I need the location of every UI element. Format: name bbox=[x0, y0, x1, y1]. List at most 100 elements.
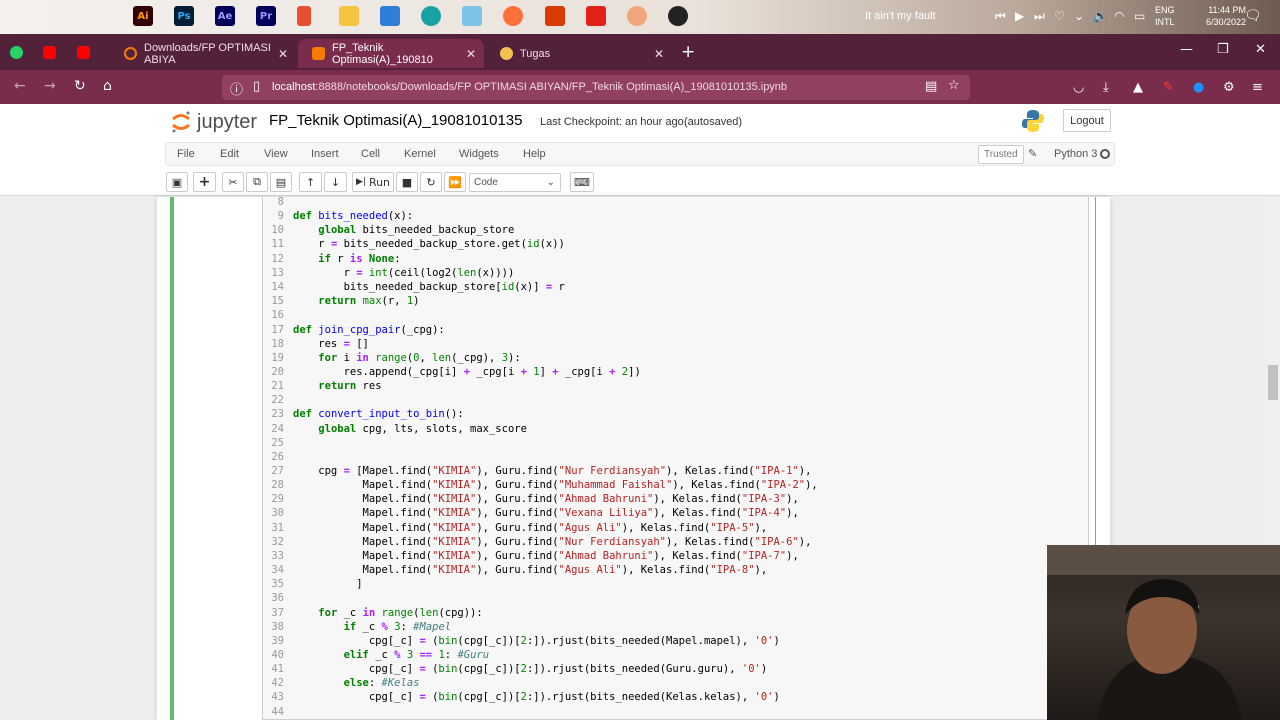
after-effects-label: Ae bbox=[217, 10, 233, 22]
jupyter-logo[interactable]: jupyter bbox=[170, 110, 257, 134]
heart-icon[interactable]: ♡ bbox=[1054, 9, 1065, 23]
browser-tab-notebook[interactable]: FP_Teknik Optimasi(A)_190810 ✕ bbox=[298, 39, 484, 68]
line-number: 27 bbox=[271, 465, 284, 477]
line-number: 31 bbox=[271, 522, 284, 534]
wifi-icon[interactable]: ◠ bbox=[1114, 9, 1124, 23]
previous-track-icon[interactable]: ⏮ bbox=[995, 9, 1006, 24]
system-clock[interactable]: 11:44 PM 6/30/2022 bbox=[1206, 4, 1246, 28]
fast-forward-icon: ⏩ bbox=[448, 175, 462, 189]
input-language[interactable]: ENG INTL bbox=[1155, 4, 1175, 28]
menu-cell[interactable]: Cell bbox=[361, 148, 380, 160]
kernel-name[interactable]: Python 3 bbox=[1054, 148, 1097, 160]
firefox-icon[interactable] bbox=[503, 6, 523, 26]
chevron-down-icon[interactable]: ⌄ bbox=[1074, 9, 1084, 23]
interrupt-button[interactable]: ■ bbox=[396, 172, 418, 192]
close-icon[interactable]: ✕ bbox=[654, 47, 664, 61]
bookmark-star-icon[interactable]: ☆ bbox=[948, 78, 960, 93]
after-effects-icon[interactable]: Ae bbox=[215, 6, 235, 26]
close-icon[interactable]: ✕ bbox=[278, 47, 288, 61]
office-store-icon[interactable] bbox=[297, 6, 311, 26]
menu-kernel[interactable]: Kernel bbox=[404, 148, 436, 160]
edge-icon[interactable] bbox=[421, 6, 441, 26]
clock-app-icon[interactable] bbox=[627, 6, 647, 26]
acrobat-icon[interactable] bbox=[586, 6, 606, 26]
extension-icon[interactable]: ▲ bbox=[1133, 80, 1143, 95]
run-button[interactable]: ▶| Run bbox=[352, 172, 394, 192]
restart-button[interactable]: ↻ bbox=[420, 172, 442, 192]
illustrator-icon[interactable]: Ai bbox=[133, 6, 153, 26]
line-number: 28 bbox=[271, 479, 284, 491]
whatsapp-icon[interactable] bbox=[10, 46, 23, 59]
restore-icon[interactable]: ❐ bbox=[1217, 42, 1229, 57]
save-button[interactable]: ▣ bbox=[166, 172, 188, 192]
copy-button[interactable]: ⧉ bbox=[246, 172, 268, 192]
menu-icon[interactable]: ≡ bbox=[1252, 80, 1263, 95]
move-down-button[interactable]: ↓ bbox=[324, 172, 347, 192]
youtube-icon[interactable] bbox=[43, 46, 56, 59]
code-line: ] bbox=[293, 578, 363, 590]
info-icon[interactable]: ⓘ bbox=[230, 79, 243, 98]
browser-tab-strip: Downloads/FP OPTIMASI ABIYA ✕ FP_Teknik … bbox=[0, 34, 1280, 70]
page-icon[interactable]: ▯ bbox=[253, 79, 260, 94]
forward-icon[interactable]: → bbox=[44, 78, 56, 94]
reader-mode-icon[interactable]: ▤ bbox=[925, 79, 937, 94]
cell-type-select[interactable]: Code ⌄ bbox=[469, 173, 561, 192]
reload-icon[interactable]: ↻ bbox=[74, 78, 86, 94]
back-icon[interactable]: ← bbox=[14, 78, 26, 94]
paste-button[interactable]: ▤ bbox=[270, 172, 292, 192]
code-line: def join_cpg_pair(_cpg): bbox=[293, 324, 445, 336]
minimize-icon[interactable]: — bbox=[1180, 42, 1193, 57]
home-icon[interactable]: ⌂ bbox=[103, 78, 112, 94]
code-line: if _c % 3: #Mapel bbox=[343, 621, 452, 633]
line-number: 14 bbox=[271, 281, 284, 293]
line-number: 21 bbox=[271, 380, 284, 392]
command-palette-button[interactable]: ⌨ bbox=[570, 172, 594, 192]
scrollbar-thumb[interactable] bbox=[1268, 365, 1278, 400]
browser-tab-tugas[interactable]: Tugas ✕ bbox=[486, 39, 672, 68]
cut-button[interactable]: ✂ bbox=[222, 172, 244, 192]
translate-extension-icon[interactable]: ● bbox=[1193, 80, 1204, 95]
new-tab-icon[interactable]: + bbox=[681, 42, 695, 62]
mail-icon[interactable] bbox=[380, 6, 400, 26]
close-icon[interactable]: ✕ bbox=[466, 47, 476, 61]
pocket-icon[interactable]: ◡ bbox=[1073, 80, 1084, 95]
os-taskbar: Ai Ps Ae Pr It ain't my fault ⏮ ▶ ⏭ ♡ ⌄ … bbox=[0, 0, 1280, 34]
close-window-icon[interactable]: ✕ bbox=[1255, 42, 1266, 57]
addon-new-icon[interactable]: ⚙ bbox=[1223, 80, 1235, 95]
move-up-button[interactable]: ↑ bbox=[299, 172, 322, 192]
pdf-extension-icon[interactable]: ✎ bbox=[1163, 80, 1174, 95]
play-icon[interactable]: ▶ bbox=[1015, 9, 1024, 23]
browser-tab-downloads[interactable]: Downloads/FP OPTIMASI ABIYA ✕ bbox=[110, 39, 296, 68]
photos-icon[interactable] bbox=[462, 6, 482, 26]
menu-help[interactable]: Help bbox=[523, 148, 546, 160]
logout-button[interactable]: Logout bbox=[1063, 109, 1111, 132]
edit-pencil-icon[interactable]: ✎ bbox=[1028, 147, 1037, 160]
office-icon[interactable] bbox=[545, 6, 565, 26]
line-number: 40 bbox=[271, 649, 284, 661]
menu-edit[interactable]: Edit bbox=[220, 148, 239, 160]
file-explorer-icon[interactable] bbox=[339, 6, 359, 26]
insert-cell-button[interactable]: + bbox=[193, 172, 216, 192]
photoshop-icon[interactable]: Ps bbox=[174, 6, 194, 26]
youtube-pinned-icon[interactable] bbox=[77, 46, 90, 59]
next-track-icon[interactable]: ⏭ bbox=[1034, 9, 1045, 24]
menu-file[interactable]: File bbox=[177, 148, 195, 160]
downloads-icon[interactable]: ⤓ bbox=[1103, 80, 1109, 95]
battery-icon[interactable]: ▭ bbox=[1134, 9, 1145, 23]
line-number: 22 bbox=[271, 394, 284, 406]
notifications-icon[interactable]: 🗨 bbox=[1244, 8, 1262, 24]
media-title: It ain't my fault bbox=[865, 10, 936, 22]
menu-view[interactable]: View bbox=[264, 148, 288, 160]
obs-icon[interactable] bbox=[668, 6, 688, 26]
premiere-icon[interactable]: Pr bbox=[256, 6, 276, 26]
restart-icon: ↻ bbox=[426, 175, 436, 189]
volume-icon[interactable]: 🔈 bbox=[1093, 9, 1108, 23]
url-text[interactable]: localhost:8888/notebooks/Downloads/FP OP… bbox=[272, 81, 787, 93]
code-line: Mapel.find("KIMIA"), Guru.find("Nur Ferd… bbox=[293, 536, 812, 548]
trusted-badge[interactable]: Trusted bbox=[978, 145, 1024, 164]
menu-widgets[interactable]: Widgets bbox=[459, 148, 499, 160]
notebook-title[interactable]: FP_Teknik Optimasi(A)_19081010135 bbox=[269, 112, 522, 129]
line-number: 41 bbox=[271, 663, 284, 675]
menu-insert[interactable]: Insert bbox=[311, 148, 339, 160]
restart-run-all-button[interactable]: ⏩ bbox=[444, 172, 466, 192]
